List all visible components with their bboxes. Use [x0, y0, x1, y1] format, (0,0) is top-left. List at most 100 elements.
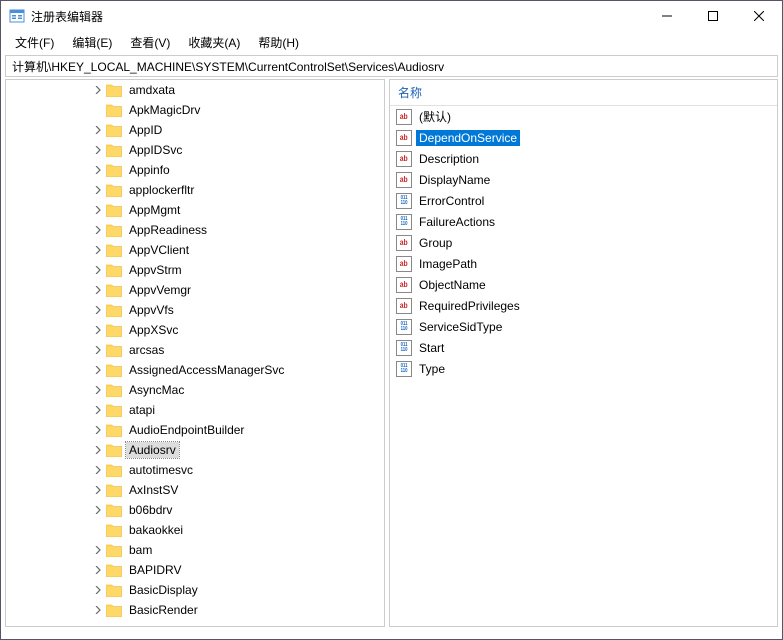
- folder-icon: [106, 584, 122, 597]
- column-header-name[interactable]: 名称: [390, 80, 777, 106]
- list-item[interactable]: 011 110Start: [390, 337, 777, 358]
- chevron-right-icon[interactable]: [90, 242, 106, 258]
- chevron-right-icon[interactable]: [90, 542, 106, 558]
- chevron-right-icon[interactable]: [90, 422, 106, 438]
- maximize-button[interactable]: [690, 1, 736, 31]
- list-item[interactable]: abRequiredPrivileges: [390, 295, 777, 316]
- folder-icon: [106, 184, 122, 197]
- tree-item[interactable]: autotimesvc: [6, 460, 384, 480]
- tree-item[interactable]: atapi: [6, 400, 384, 420]
- binary-value-icon: 011 110: [396, 319, 412, 335]
- chevron-right-icon[interactable]: [90, 282, 106, 298]
- tree-item[interactable]: bakaokkei: [6, 520, 384, 540]
- tree-panel[interactable]: amdxataApkMagicDrvAppIDAppIDSvc Appinfo ap…: [5, 79, 385, 627]
- titlebar[interactable]: 注册表编辑器: [1, 1, 782, 31]
- tree-item[interactable]: AxInstSV: [6, 480, 384, 500]
- chevron-right-icon[interactable]: [90, 162, 106, 178]
- tree-item-label: AppMgmt: [126, 202, 183, 218]
- folder-icon: [106, 284, 122, 297]
- tree-item[interactable]: AppMgmt: [6, 200, 384, 220]
- folder-icon: [106, 484, 122, 497]
- tree-item[interactable]: arcsas: [6, 340, 384, 360]
- list-item[interactable]: abDisplayName: [390, 169, 777, 190]
- binary-value-icon: 011 110: [396, 340, 412, 356]
- chevron-right-icon[interactable]: [90, 302, 106, 318]
- tree-item[interactable]: AudioEndpointBuilder: [6, 420, 384, 440]
- chevron-right-icon[interactable]: [90, 202, 106, 218]
- list-item-label: Start: [416, 340, 447, 356]
- minimize-button[interactable]: [644, 1, 690, 31]
- menu-edit[interactable]: 编辑(E): [64, 32, 120, 53]
- tree-item[interactable]: BasicRender: [6, 600, 384, 620]
- close-button[interactable]: [736, 1, 782, 31]
- folder-icon: [106, 464, 122, 477]
- chevron-right-icon[interactable]: [90, 502, 106, 518]
- tree-item[interactable]: BAPIDRV: [6, 560, 384, 580]
- menu-favorites[interactable]: 收藏夹(A): [180, 32, 248, 53]
- list-item[interactable]: 011 110Type: [390, 358, 777, 379]
- tree-item[interactable]: applockerfltr: [6, 180, 384, 200]
- chevron-right-icon[interactable]: [90, 602, 106, 618]
- tree-item[interactable]: AssignedAccessManagerSvc: [6, 360, 384, 380]
- list-item[interactable]: 011 110ServiceSidType: [390, 316, 777, 337]
- tree-item[interactable]: b06bdrv: [6, 500, 384, 520]
- chevron-right-icon[interactable]: [90, 362, 106, 378]
- tree-item[interactable]: Appinfo: [6, 160, 384, 180]
- list-item[interactable]: abDependOnService: [390, 127, 777, 148]
- binary-value-icon: 011 110: [396, 193, 412, 209]
- list-item-label: FailureActions: [416, 214, 498, 230]
- chevron-right-icon[interactable]: [90, 142, 106, 158]
- chevron-right-icon[interactable]: [90, 442, 106, 458]
- list-item[interactable]: abGroup: [390, 232, 777, 253]
- list-panel[interactable]: 名称 ab(默认)abDependOnServiceabDescriptiona…: [389, 79, 778, 627]
- menu-file[interactable]: 文件(F): [7, 32, 62, 53]
- chevron-right-icon[interactable]: [90, 482, 106, 498]
- tree-item[interactable]: AppVClient: [6, 240, 384, 260]
- menu-view[interactable]: 查看(V): [122, 32, 178, 53]
- list-item-label: (默认): [416, 107, 454, 126]
- menu-help[interactable]: 帮助(H): [250, 32, 307, 53]
- list-item[interactable]: 011 110ErrorControl: [390, 190, 777, 211]
- tree-item[interactable]: AppXSvc: [6, 320, 384, 340]
- tree-item[interactable]: AsyncMac: [6, 380, 384, 400]
- chevron-right-icon[interactable]: [90, 382, 106, 398]
- list-item-label: ObjectName: [416, 277, 489, 293]
- address-bar[interactable]: 计算机\HKEY_LOCAL_MACHINE\SYSTEM\CurrentCon…: [5, 55, 778, 77]
- list-item-label: RequiredPrivileges: [416, 298, 523, 314]
- tree-item[interactable]: BasicDisplay: [6, 580, 384, 600]
- chevron-right-icon[interactable]: [90, 122, 106, 138]
- chevron-right-icon[interactable]: [90, 462, 106, 478]
- tree-item[interactable]: AppReadiness: [6, 220, 384, 240]
- tree-item[interactable]: amdxata: [6, 80, 384, 100]
- folder-icon: [106, 204, 122, 217]
- string-value-icon: ab: [396, 235, 412, 251]
- folder-icon: [106, 144, 122, 157]
- tree-item-label: AsyncMac: [126, 382, 187, 398]
- tree-item[interactable]: ApkMagicDrv: [6, 100, 384, 120]
- chevron-right-icon[interactable]: [90, 262, 106, 278]
- chevron-right-icon[interactable]: [90, 562, 106, 578]
- tree-item-label: Appinfo: [126, 162, 173, 178]
- chevron-right-icon[interactable]: [90, 582, 106, 598]
- chevron-right-icon[interactable]: [90, 82, 106, 98]
- tree-item[interactable]: AppIDSvc: [6, 140, 384, 160]
- list-item-label: Group: [416, 235, 455, 251]
- chevron-right-icon[interactable]: [90, 182, 106, 198]
- list-item[interactable]: abObjectName: [390, 274, 777, 295]
- list-item[interactable]: abImagePath: [390, 253, 777, 274]
- tree-item[interactable]: AppvStrm: [6, 260, 384, 280]
- tree-item-label: AudioEndpointBuilder: [126, 422, 247, 438]
- tree-item[interactable]: AppvVfs: [6, 300, 384, 320]
- list-item[interactable]: ab(默认): [390, 106, 777, 127]
- tree-item[interactable]: Audiosrv: [6, 440, 384, 460]
- chevron-right-icon[interactable]: [90, 222, 106, 238]
- tree-item[interactable]: AppID: [6, 120, 384, 140]
- chevron-right-icon[interactable]: [90, 402, 106, 418]
- list-item[interactable]: 011 110FailureActions: [390, 211, 777, 232]
- chevron-right-icon[interactable]: [90, 322, 106, 338]
- tree-item[interactable]: bam: [6, 540, 384, 560]
- tree-item[interactable]: AppvVemgr: [6, 280, 384, 300]
- tree-item-label: autotimesvc: [126, 462, 196, 478]
- list-item[interactable]: abDescription: [390, 148, 777, 169]
- chevron-right-icon[interactable]: [90, 342, 106, 358]
